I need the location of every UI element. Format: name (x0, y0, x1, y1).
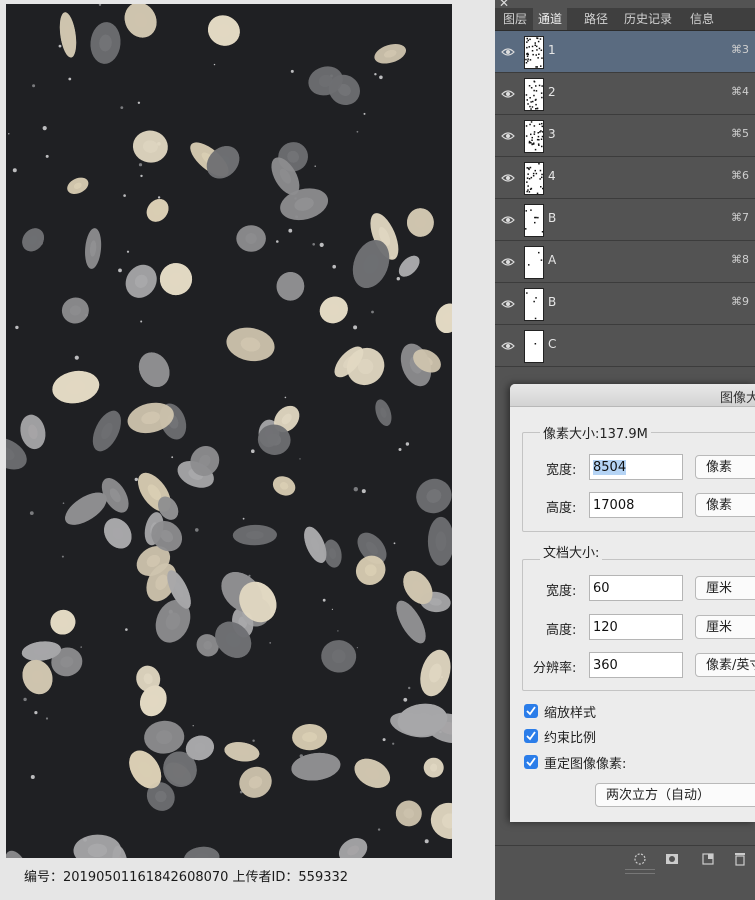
panel-bottom-toolbar (495, 845, 755, 870)
tab-info[interactable]: 信息 (685, 8, 719, 30)
visibility-eye-icon[interactable] (501, 254, 515, 268)
checkmark-icon (526, 731, 536, 741)
checkmark-icon (526, 757, 536, 767)
doc-height-label: 高度: (546, 623, 577, 638)
doc-width-input[interactable]: 60 (589, 575, 683, 601)
doc-height-input[interactable]: 120 (589, 614, 683, 640)
channel-thumbnail (524, 204, 544, 237)
channel-shortcut: ⌘3 (731, 43, 749, 56)
channel-shortcut: ⌘9 (731, 295, 749, 308)
tab-channels[interactable]: 通道 (533, 8, 568, 30)
pixel-width-value: 8504 (593, 460, 627, 475)
channel-row[interactable]: C (495, 325, 755, 367)
channel-shortcut: ⌘7 (731, 211, 749, 224)
resample-image-label: 重定图像像素: (544, 757, 627, 772)
doc-width-unit-select[interactable]: 厘米 (695, 576, 755, 600)
pixel-width-label: 宽度: (546, 463, 577, 478)
resolution-label: 分辨率: (533, 661, 577, 676)
channel-row[interactable]: 1 ⌘3 (495, 31, 755, 73)
resolution-input[interactable]: 360 (589, 652, 683, 678)
load-selection-icon[interactable] (633, 851, 647, 865)
channel-name: 4 (548, 169, 556, 183)
terrazzo-stones (6, 4, 452, 900)
pixel-width-input[interactable]: 8504 (589, 454, 683, 480)
checkmark-icon (526, 706, 536, 716)
constrain-proportions-label: 约束比例 (544, 731, 597, 746)
channel-name: 2 (548, 85, 556, 99)
channel-thumbnail (524, 36, 544, 69)
save-selection-icon[interactable] (665, 851, 679, 865)
scale-styles-checkbox[interactable] (524, 704, 538, 718)
channel-row[interactable]: 2 ⌘4 (495, 73, 755, 115)
visibility-eye-icon[interactable] (501, 86, 515, 100)
channel-shortcut: ⌘8 (731, 253, 749, 266)
channel-row[interactable]: 4 ⌘6 (495, 157, 755, 199)
channel-name: B (548, 211, 557, 225)
pixel-height-unit-select[interactable]: 像素 (695, 493, 755, 517)
channel-thumbnail (524, 162, 544, 195)
channel-thumbnail (524, 246, 544, 279)
terrazzo-texture-image (6, 4, 452, 900)
visibility-eye-icon[interactable] (501, 128, 515, 142)
channel-row[interactable]: 3 ⌘5 (495, 115, 755, 157)
panel-resize-grip[interactable] (625, 869, 655, 874)
visibility-eye-icon[interactable] (501, 44, 515, 58)
channel-name: B (548, 295, 557, 309)
pixel-dimensions-label: 像素大小:137.9M (540, 423, 651, 442)
channel-thumbnail (524, 120, 544, 153)
doc-width-label: 宽度: (546, 584, 577, 599)
channel-row[interactable]: B ⌘7 (495, 199, 755, 241)
visibility-eye-icon[interactable] (501, 296, 515, 310)
image-info-footer: 编号：20190501161842608070 上传者ID：559332 (0, 858, 495, 900)
channel-shortcut: ⌘5 (731, 127, 749, 140)
channel-row[interactable]: A ⌘8 (495, 241, 755, 283)
channel-thumbnail (524, 78, 544, 111)
channel-name: A (548, 253, 557, 267)
scale-styles-label: 缩放样式 (544, 706, 597, 721)
dialog-title: 图像大小 (720, 391, 755, 406)
visibility-eye-icon[interactable] (501, 212, 515, 226)
pixel-height-label: 高度: (546, 501, 577, 516)
channel-list: 1 ⌘3 2 ⌘4 3 ⌘5 4 ⌘6 B ⌘7 A ⌘8 B ⌘9 C (495, 31, 755, 391)
tab-paths[interactable]: 路径 (579, 8, 613, 30)
constrain-proportions-checkbox[interactable] (524, 729, 538, 743)
dialog-titlebar[interactable]: 图像大小 (510, 384, 755, 407)
panel-close-icon[interactable]: ✕ (499, 0, 509, 10)
image-size-dialog: 图像大小 像素大小:137.9M 宽度: 8504 像素 高度: 17008 像… (510, 384, 755, 822)
image-id-text: 编号：20190501161842608070 上传者ID：559332 (24, 870, 349, 885)
tab-layers[interactable]: 图层 (498, 8, 532, 30)
channel-shortcut: ⌘4 (731, 85, 749, 98)
visibility-eye-icon[interactable] (501, 170, 515, 184)
new-channel-icon[interactable] (701, 851, 715, 865)
channel-row[interactable]: B ⌘9 (495, 283, 755, 325)
doc-height-unit-select[interactable]: 厘米 (695, 615, 755, 639)
resolution-unit-select[interactable]: 像素/英寸 (695, 653, 755, 677)
delete-channel-icon[interactable] (733, 851, 747, 866)
channel-thumbnail (524, 288, 544, 321)
channel-shortcut: ⌘6 (731, 169, 749, 182)
pixel-width-unit-select[interactable]: 像素 (695, 455, 755, 479)
channel-thumbnail (524, 330, 544, 363)
channel-name: C (548, 337, 557, 351)
channel-name: 3 (548, 127, 556, 141)
document-size-label: 文档大小: (540, 542, 603, 561)
panel-tab-bar: 图层 通道 路径 历史记录 信息 (495, 8, 755, 31)
resample-image-checkbox[interactable] (524, 755, 538, 769)
visibility-eye-icon[interactable] (501, 338, 515, 352)
tab-history[interactable]: 历史记录 (619, 8, 677, 30)
channel-name: 1 (548, 43, 556, 57)
document-canvas-area: 编号：20190501161842608070 上传者ID：559332 (0, 0, 495, 900)
pixel-height-input[interactable]: 17008 (589, 492, 683, 518)
resample-method-select[interactable]: 两次立方（自动） (595, 783, 755, 807)
